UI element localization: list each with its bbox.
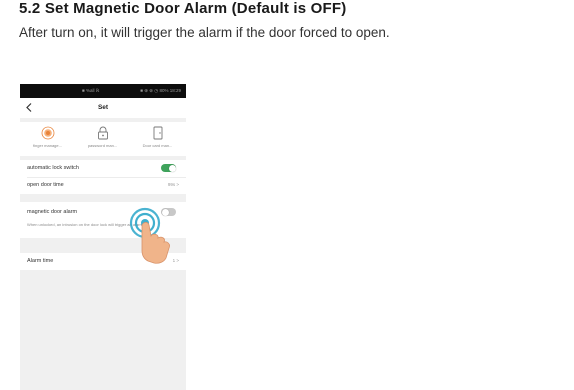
automatic-lock-label: automatic lock switch <box>27 165 79 171</box>
section-description: After turn on, it will trigger the alarm… <box>19 25 390 40</box>
status-bar-signal: ■ %all ℝ <box>82 88 100 93</box>
open-door-time-row[interactable]: open door time 99s > <box>20 177 186 194</box>
finger-manage-button[interactable]: finger manage... <box>20 126 75 154</box>
alarm-time-label: Alarm time <box>27 258 54 264</box>
nav-bar: Set <box>20 98 186 118</box>
status-bar: ■ %all ℝ ■ ⊕ ⊗ ◷ 80% 18:29 <box>20 84 186 98</box>
password-manage-button[interactable]: password man... <box>75 126 130 154</box>
card-icon <box>153 126 162 140</box>
feature-shortcuts: finger manage... password man... Door ca… <box>20 122 186 156</box>
lock-settings-group: automatic lock switch open door time 99s… <box>20 160 186 194</box>
magnetic-door-alarm-label: magnetic door alarm <box>27 209 78 215</box>
status-bar-info: ■ ⊕ ⊗ ◷ 80% 18:29 <box>140 88 181 93</box>
door-card-manage-label: Door card man... <box>142 143 173 148</box>
lock-icon <box>97 126 108 140</box>
finger-manage-label: finger manage... <box>33 143 62 148</box>
hand-shape <box>141 222 170 264</box>
fingerprint-icon <box>41 126 54 140</box>
section-heading: 5.2 Set Magnetic Door Alarm (Default is … <box>19 0 347 17</box>
door-card-manage-button[interactable]: Door card man... <box>130 126 185 154</box>
automatic-lock-toggle[interactable] <box>161 164 176 172</box>
toggle-knob <box>168 164 176 172</box>
page-title: Set <box>97 104 109 111</box>
open-door-time-label: open door time <box>27 182 64 188</box>
password-manage-label: password man... <box>87 143 118 148</box>
automatic-lock-row[interactable]: automatic lock switch <box>20 160 186 177</box>
open-door-time-value: 99s > <box>167 182 179 187</box>
tap-hand-icon <box>129 207 170 264</box>
